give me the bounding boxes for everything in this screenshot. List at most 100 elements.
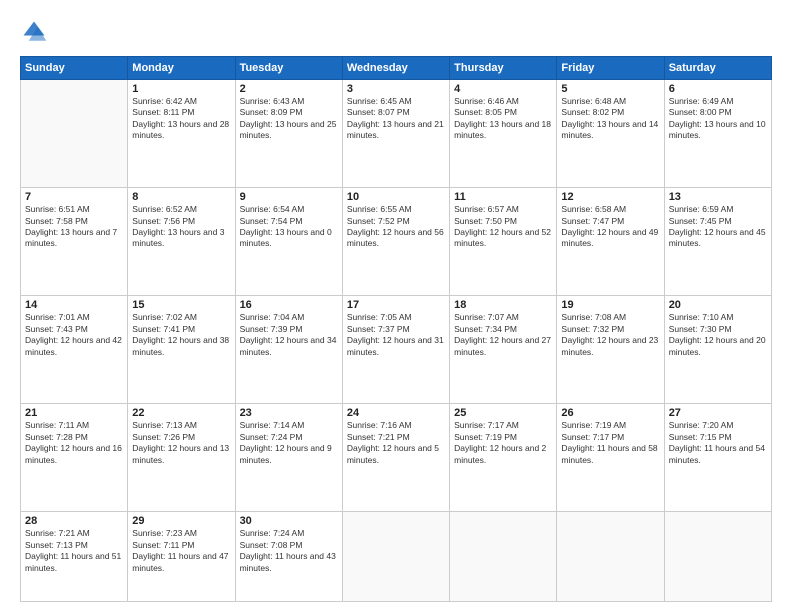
- day-info: Sunrise: 6:48 AM Sunset: 8:02 PM Dayligh…: [561, 96, 659, 142]
- week-row-2: 7Sunrise: 6:51 AM Sunset: 7:58 PM Daylig…: [21, 188, 772, 296]
- day-number: 29: [132, 515, 230, 527]
- col-header-thursday: Thursday: [450, 57, 557, 80]
- day-info: Sunrise: 7:02 AM Sunset: 7:41 PM Dayligh…: [132, 312, 230, 358]
- calendar-table: SundayMondayTuesdayWednesdayThursdayFrid…: [20, 56, 772, 602]
- calendar-cell: [342, 512, 449, 602]
- calendar-cell: 22Sunrise: 7:13 AM Sunset: 7:26 PM Dayli…: [128, 404, 235, 512]
- day-number: 13: [669, 191, 767, 203]
- day-info: Sunrise: 7:01 AM Sunset: 7:43 PM Dayligh…: [25, 312, 123, 358]
- day-number: 22: [132, 407, 230, 419]
- page: SundayMondayTuesdayWednesdayThursdayFrid…: [0, 0, 792, 612]
- calendar-cell: 14Sunrise: 7:01 AM Sunset: 7:43 PM Dayli…: [21, 296, 128, 404]
- calendar-cell: 5Sunrise: 6:48 AM Sunset: 8:02 PM Daylig…: [557, 80, 664, 188]
- calendar-cell: 29Sunrise: 7:23 AM Sunset: 7:11 PM Dayli…: [128, 512, 235, 602]
- day-number: 15: [132, 299, 230, 311]
- calendar-cell: 11Sunrise: 6:57 AM Sunset: 7:50 PM Dayli…: [450, 188, 557, 296]
- calendar-cell: [557, 512, 664, 602]
- header: [20, 18, 772, 46]
- day-number: 4: [454, 83, 552, 95]
- day-info: Sunrise: 7:11 AM Sunset: 7:28 PM Dayligh…: [25, 420, 123, 466]
- day-info: Sunrise: 7:07 AM Sunset: 7:34 PM Dayligh…: [454, 312, 552, 358]
- day-number: 3: [347, 83, 445, 95]
- day-info: Sunrise: 6:55 AM Sunset: 7:52 PM Dayligh…: [347, 204, 445, 250]
- calendar-cell: 24Sunrise: 7:16 AM Sunset: 7:21 PM Dayli…: [342, 404, 449, 512]
- col-header-tuesday: Tuesday: [235, 57, 342, 80]
- week-row-3: 14Sunrise: 7:01 AM Sunset: 7:43 PM Dayli…: [21, 296, 772, 404]
- calendar-cell: 28Sunrise: 7:21 AM Sunset: 7:13 PM Dayli…: [21, 512, 128, 602]
- day-number: 1: [132, 83, 230, 95]
- calendar-cell: 3Sunrise: 6:45 AM Sunset: 8:07 PM Daylig…: [342, 80, 449, 188]
- calendar-cell: 1Sunrise: 6:42 AM Sunset: 8:11 PM Daylig…: [128, 80, 235, 188]
- day-info: Sunrise: 6:54 AM Sunset: 7:54 PM Dayligh…: [240, 204, 338, 250]
- calendar-cell: 25Sunrise: 7:17 AM Sunset: 7:19 PM Dayli…: [450, 404, 557, 512]
- day-info: Sunrise: 7:24 AM Sunset: 7:08 PM Dayligh…: [240, 528, 338, 574]
- col-header-monday: Monday: [128, 57, 235, 80]
- calendar-cell: 2Sunrise: 6:43 AM Sunset: 8:09 PM Daylig…: [235, 80, 342, 188]
- calendar-cell: 26Sunrise: 7:19 AM Sunset: 7:17 PM Dayli…: [557, 404, 664, 512]
- col-header-sunday: Sunday: [21, 57, 128, 80]
- calendar-cell: 27Sunrise: 7:20 AM Sunset: 7:15 PM Dayli…: [664, 404, 771, 512]
- day-number: 27: [669, 407, 767, 419]
- calendar-cell: 16Sunrise: 7:04 AM Sunset: 7:39 PM Dayli…: [235, 296, 342, 404]
- day-info: Sunrise: 6:46 AM Sunset: 8:05 PM Dayligh…: [454, 96, 552, 142]
- calendar-cell: 30Sunrise: 7:24 AM Sunset: 7:08 PM Dayli…: [235, 512, 342, 602]
- calendar-cell: 7Sunrise: 6:51 AM Sunset: 7:58 PM Daylig…: [21, 188, 128, 296]
- day-number: 23: [240, 407, 338, 419]
- day-info: Sunrise: 7:21 AM Sunset: 7:13 PM Dayligh…: [25, 528, 123, 574]
- day-info: Sunrise: 7:04 AM Sunset: 7:39 PM Dayligh…: [240, 312, 338, 358]
- day-number: 6: [669, 83, 767, 95]
- day-info: Sunrise: 6:43 AM Sunset: 8:09 PM Dayligh…: [240, 96, 338, 142]
- day-number: 20: [669, 299, 767, 311]
- calendar-cell: 12Sunrise: 6:58 AM Sunset: 7:47 PM Dayli…: [557, 188, 664, 296]
- day-info: Sunrise: 6:42 AM Sunset: 8:11 PM Dayligh…: [132, 96, 230, 142]
- day-info: Sunrise: 7:14 AM Sunset: 7:24 PM Dayligh…: [240, 420, 338, 466]
- day-info: Sunrise: 6:59 AM Sunset: 7:45 PM Dayligh…: [669, 204, 767, 250]
- calendar-cell: 17Sunrise: 7:05 AM Sunset: 7:37 PM Dayli…: [342, 296, 449, 404]
- day-info: Sunrise: 7:20 AM Sunset: 7:15 PM Dayligh…: [669, 420, 767, 466]
- day-info: Sunrise: 7:23 AM Sunset: 7:11 PM Dayligh…: [132, 528, 230, 574]
- day-info: Sunrise: 7:05 AM Sunset: 7:37 PM Dayligh…: [347, 312, 445, 358]
- day-number: 14: [25, 299, 123, 311]
- day-info: Sunrise: 6:58 AM Sunset: 7:47 PM Dayligh…: [561, 204, 659, 250]
- calendar-cell: [21, 80, 128, 188]
- day-number: 12: [561, 191, 659, 203]
- day-info: Sunrise: 7:13 AM Sunset: 7:26 PM Dayligh…: [132, 420, 230, 466]
- calendar-cell: [664, 512, 771, 602]
- calendar-cell: 8Sunrise: 6:52 AM Sunset: 7:56 PM Daylig…: [128, 188, 235, 296]
- calendar-cell: 19Sunrise: 7:08 AM Sunset: 7:32 PM Dayli…: [557, 296, 664, 404]
- calendar-cell: 10Sunrise: 6:55 AM Sunset: 7:52 PM Dayli…: [342, 188, 449, 296]
- day-number: 9: [240, 191, 338, 203]
- day-info: Sunrise: 7:08 AM Sunset: 7:32 PM Dayligh…: [561, 312, 659, 358]
- day-number: 24: [347, 407, 445, 419]
- col-header-saturday: Saturday: [664, 57, 771, 80]
- day-info: Sunrise: 6:45 AM Sunset: 8:07 PM Dayligh…: [347, 96, 445, 142]
- day-number: 8: [132, 191, 230, 203]
- logo-icon: [20, 18, 48, 46]
- day-info: Sunrise: 7:16 AM Sunset: 7:21 PM Dayligh…: [347, 420, 445, 466]
- day-number: 18: [454, 299, 552, 311]
- day-number: 26: [561, 407, 659, 419]
- day-info: Sunrise: 6:52 AM Sunset: 7:56 PM Dayligh…: [132, 204, 230, 250]
- day-info: Sunrise: 6:49 AM Sunset: 8:00 PM Dayligh…: [669, 96, 767, 142]
- day-number: 25: [454, 407, 552, 419]
- day-number: 7: [25, 191, 123, 203]
- calendar-cell: 13Sunrise: 6:59 AM Sunset: 7:45 PM Dayli…: [664, 188, 771, 296]
- day-number: 5: [561, 83, 659, 95]
- calendar-cell: 4Sunrise: 6:46 AM Sunset: 8:05 PM Daylig…: [450, 80, 557, 188]
- day-number: 11: [454, 191, 552, 203]
- week-row-4: 21Sunrise: 7:11 AM Sunset: 7:28 PM Dayli…: [21, 404, 772, 512]
- col-header-friday: Friday: [557, 57, 664, 80]
- day-info: Sunrise: 6:57 AM Sunset: 7:50 PM Dayligh…: [454, 204, 552, 250]
- calendar-cell: 9Sunrise: 6:54 AM Sunset: 7:54 PM Daylig…: [235, 188, 342, 296]
- day-info: Sunrise: 7:10 AM Sunset: 7:30 PM Dayligh…: [669, 312, 767, 358]
- calendar-cell: 6Sunrise: 6:49 AM Sunset: 8:00 PM Daylig…: [664, 80, 771, 188]
- week-row-5: 28Sunrise: 7:21 AM Sunset: 7:13 PM Dayli…: [21, 512, 772, 602]
- calendar-cell: 18Sunrise: 7:07 AM Sunset: 7:34 PM Dayli…: [450, 296, 557, 404]
- day-number: 19: [561, 299, 659, 311]
- day-number: 2: [240, 83, 338, 95]
- calendar-cell: [450, 512, 557, 602]
- day-number: 21: [25, 407, 123, 419]
- calendar-cell: 20Sunrise: 7:10 AM Sunset: 7:30 PM Dayli…: [664, 296, 771, 404]
- day-number: 16: [240, 299, 338, 311]
- day-number: 28: [25, 515, 123, 527]
